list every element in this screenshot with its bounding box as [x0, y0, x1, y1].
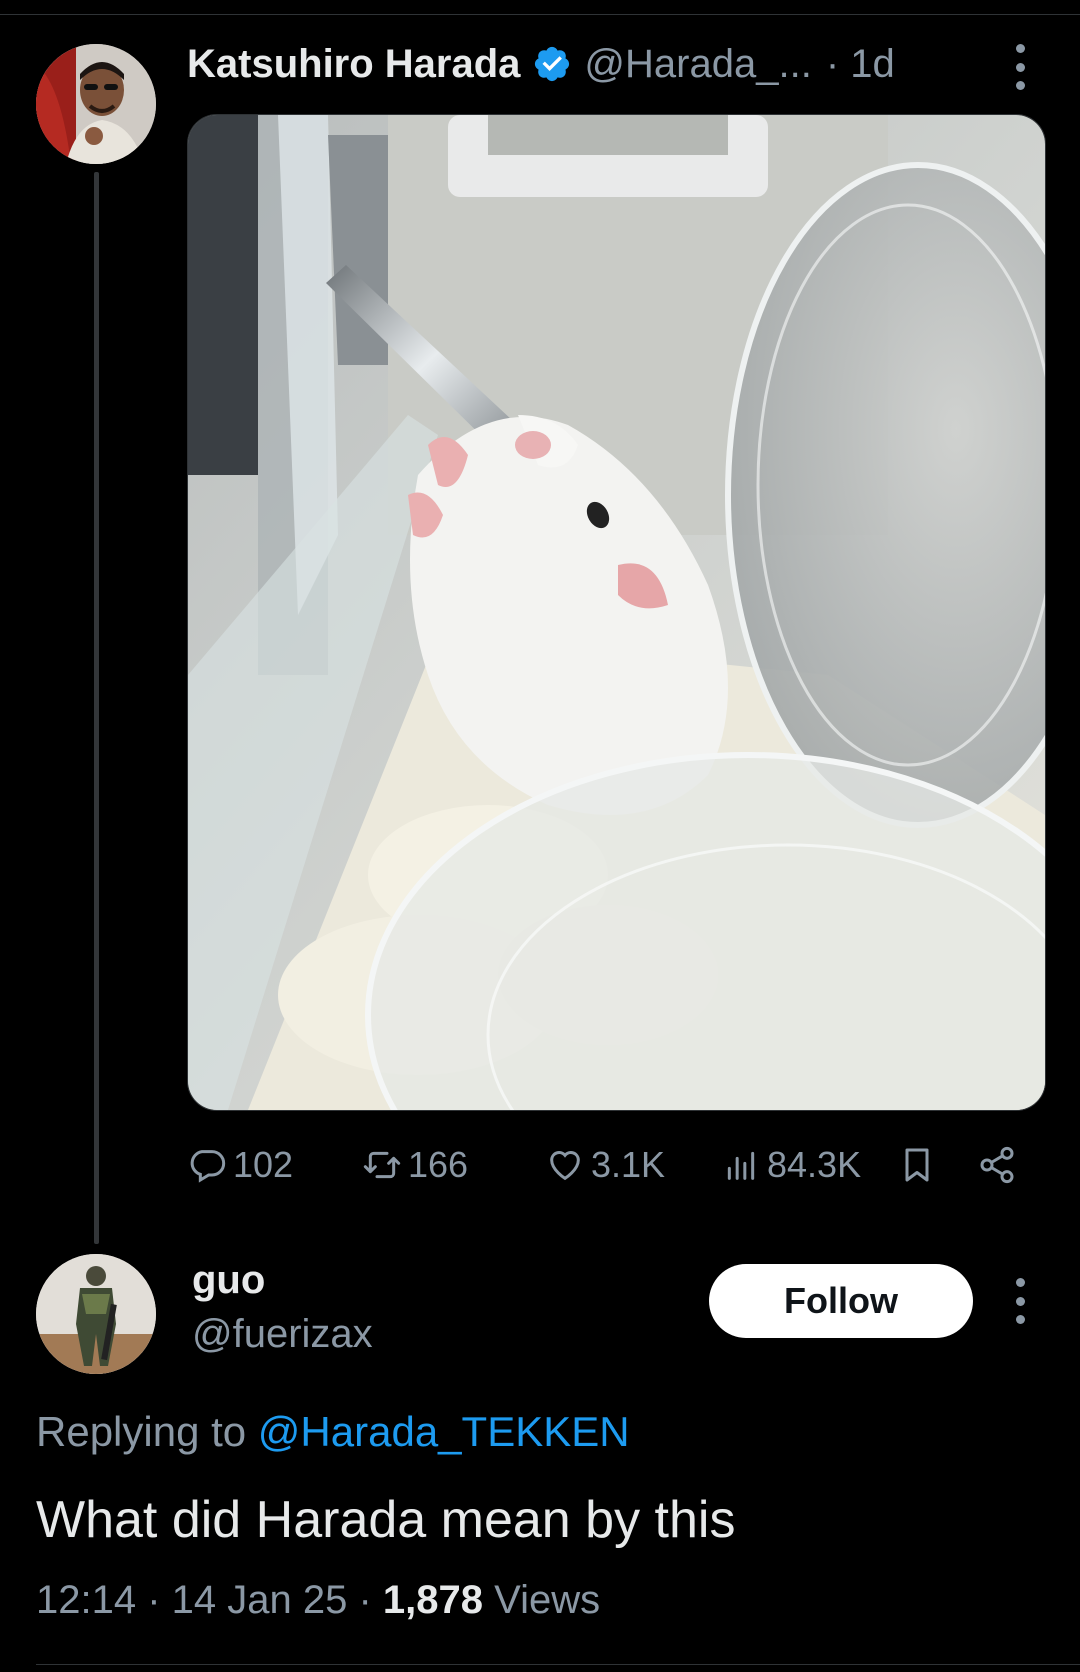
analytics-icon — [727, 1151, 755, 1180]
reply-date[interactable]: 14 Jan 25 — [172, 1578, 348, 1622]
reply-author-avatar[interactable] — [36, 1254, 156, 1374]
retweet-button[interactable]: 166 — [362, 1140, 468, 1190]
reply-author-name[interactable]: guo — [192, 1258, 265, 1303]
replying-to: Replying to @Harada_TEKKEN — [36, 1408, 630, 1456]
heart-icon — [550, 1151, 580, 1181]
meta-separator-2: · — [347, 1578, 383, 1622]
comment-icon — [190, 1150, 226, 1183]
share-button[interactable] — [977, 1140, 1023, 1190]
replying-prefix: Replying to — [36, 1408, 258, 1455]
reply-views-label: Views — [483, 1578, 601, 1622]
reply-views-count[interactable]: 1,878 — [383, 1578, 483, 1622]
retweet-count: 166 — [408, 1144, 469, 1185]
author-handle[interactable]: @Harada_... — [584, 42, 811, 87]
reply-count: 102 — [233, 1144, 294, 1185]
tweet-header: Katsuhiro Harada @Harada_... · 1d — [187, 38, 895, 90]
follow-button[interactable]: Follow — [709, 1264, 973, 1338]
author-photo-icon — [36, 44, 156, 164]
hamster-photo — [188, 115, 1045, 1110]
retweet-icon — [363, 1151, 401, 1179]
share-icon — [980, 1146, 1014, 1184]
bookmark-icon — [905, 1148, 929, 1182]
author-name[interactable]: Katsuhiro Harada — [187, 42, 520, 87]
reply-more-options-icon[interactable] — [1010, 1278, 1030, 1324]
reply-time[interactable]: 12:14 — [36, 1578, 136, 1622]
reply-metadata: 12:14 · 14 Jan 25 · 1,878 Views — [36, 1578, 600, 1623]
verified-badge-icon — [535, 46, 570, 82]
top-divider — [0, 14, 1080, 15]
meta-separator: · — [136, 1578, 172, 1622]
tweet-actions: 102 166 3.1K 84.3K — [187, 1140, 1022, 1190]
more-options-icon[interactable] — [1010, 44, 1030, 90]
like-count: 3.1K — [591, 1144, 666, 1185]
tweet-image[interactable] — [187, 114, 1046, 1111]
views-count: 84.3K — [767, 1144, 862, 1185]
author-avatar[interactable] — [36, 44, 156, 164]
reply-button[interactable]: 102 — [187, 1140, 293, 1190]
thread-connector — [94, 172, 99, 1244]
bookmark-button[interactable] — [897, 1140, 943, 1190]
views-button[interactable]: 84.3K — [721, 1140, 861, 1190]
like-button[interactable]: 3.1K — [545, 1140, 665, 1190]
tweet-timestamp[interactable]: · 1d — [826, 42, 895, 87]
reply-author-photo-icon — [36, 1254, 156, 1374]
reply-author-handle[interactable]: @fuerizax — [192, 1312, 373, 1357]
reply-text: What did Harada mean by this — [36, 1491, 736, 1549]
bottom-divider — [36, 1664, 1080, 1665]
replying-handle-link[interactable]: @Harada_TEKKEN — [258, 1408, 630, 1455]
